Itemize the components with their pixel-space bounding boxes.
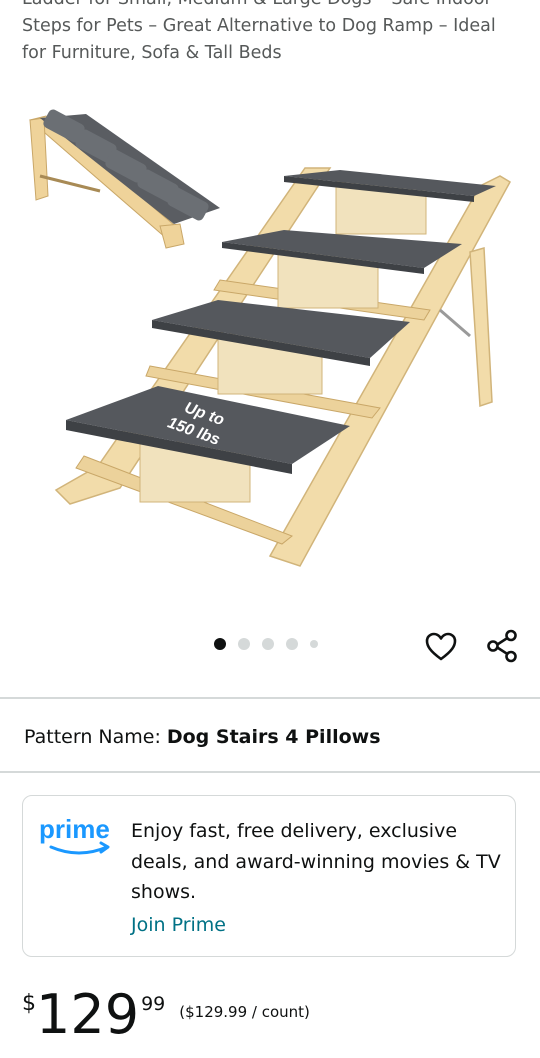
price-fraction: 99: [141, 993, 166, 1015]
carousel-dot[interactable]: [262, 638, 274, 650]
title-line: for Furniture, Sofa & Tall Beds: [22, 43, 282, 63]
divider: [0, 697, 540, 699]
pattern-selection: Pattern Name: Dog Stairs 4 Pillows: [24, 726, 381, 748]
price-per-unit: ($129.99 / count): [179, 1003, 310, 1021]
divider: [0, 771, 540, 773]
carousel-dot[interactable]: [214, 638, 226, 650]
price-whole: 129: [36, 983, 140, 1046]
heart-icon[interactable]: [424, 630, 458, 664]
title-line: Ladder for Small, Medium & Large Dogs – …: [22, 0, 522, 13]
product-title: Ladder for Small, Medium & Large Dogs – …: [22, 0, 522, 67]
price: $ 129 99 ($129.99 / count): [22, 985, 310, 1045]
join-prime-link[interactable]: Join Prime: [131, 914, 226, 936]
prime-promo-card[interactable]: prime Enjoy fast, free delivery, exclusi…: [22, 795, 516, 957]
ramp-inset-image: [28, 109, 220, 249]
carousel-dots[interactable]: [214, 638, 318, 650]
product-image[interactable]: Up to 150 lbs: [0, 96, 540, 586]
share-icon[interactable]: [484, 628, 520, 664]
pattern-label: Pattern Name:: [24, 726, 161, 748]
price-currency: $: [22, 991, 36, 1016]
prime-logo-text: prime: [39, 814, 110, 844]
stairs-image: [54, 167, 512, 567]
title-line: Steps for Pets – Great Alternative to Do…: [22, 16, 496, 36]
carousel-dot[interactable]: [238, 638, 250, 650]
prime-logo: prime: [39, 812, 119, 868]
carousel-dot[interactable]: [286, 638, 298, 650]
pattern-value: Dog Stairs 4 Pillows: [166, 726, 381, 748]
prime-message: Enjoy fast, free delivery, exclusive dea…: [131, 820, 501, 903]
carousel-dot[interactable]: [310, 640, 318, 648]
